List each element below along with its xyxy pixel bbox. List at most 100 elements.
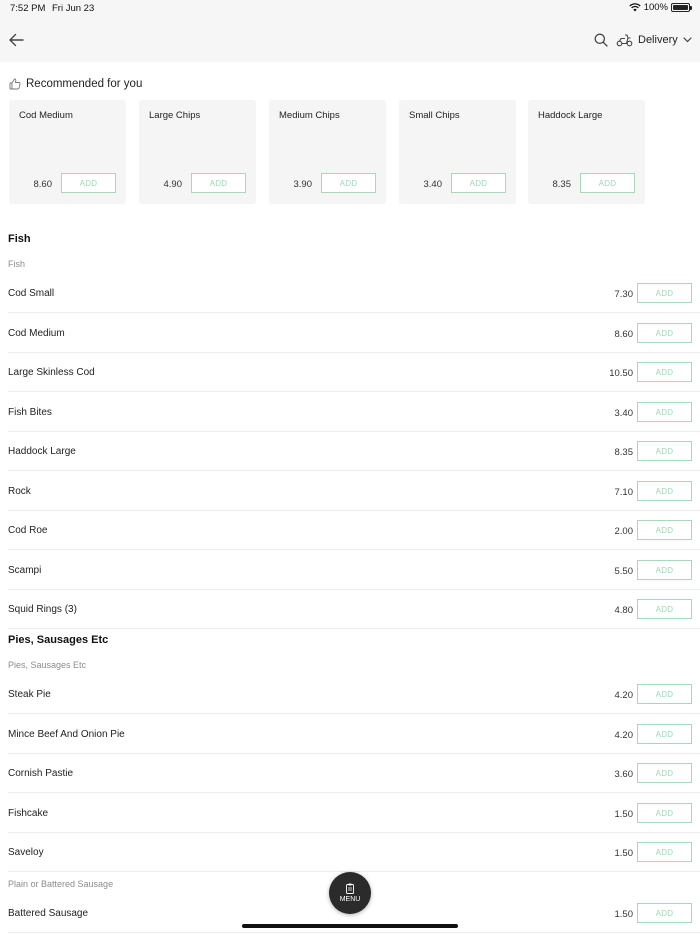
menu-item-row[interactable]: Scampi 5.50 ADD (8, 551, 700, 590)
menu-item-price: 3.40 (614, 408, 634, 419)
recommended-item-name: Small Chips (409, 110, 460, 121)
add-button[interactable]: ADD (637, 362, 692, 382)
recommended-item-name: Cod Medium (19, 110, 73, 121)
recommended-card[interactable]: Large Chips 4.90 ADD (139, 100, 256, 204)
menu-item-name: Large Skinless Cod (8, 367, 95, 378)
menu-item-row[interactable]: Steak Pie 4.20 ADD (8, 675, 700, 714)
menu-item-price: 1.50 (614, 809, 634, 820)
menu-button[interactable]: MENU (329, 872, 371, 914)
menu-item-name: Fishcake (8, 808, 49, 819)
menu-item-name: Rock (8, 486, 31, 497)
section-subtitle: Fish (8, 259, 26, 269)
menu-item-name: Battered Sausage (8, 908, 89, 919)
delivery-selector[interactable]: Delivery (616, 28, 692, 52)
recommended-title: Recommended for you (26, 78, 143, 90)
home-indicator (242, 924, 458, 928)
menu-item-row[interactable]: Haddock Large 8.35 ADD (8, 432, 700, 471)
menu-item-price: 3.60 (614, 769, 634, 780)
search-button[interactable] (593, 32, 609, 48)
menu-item-price: 4.20 (614, 730, 634, 741)
menu-item-price: 1.50 (614, 909, 634, 920)
menu-item-row[interactable]: Fish Bites 3.40 ADD (8, 393, 700, 432)
menu-item-name: Cod Roe (8, 525, 48, 536)
add-button[interactable]: ADD (637, 560, 692, 580)
menu-item-price: 4.80 (614, 605, 634, 616)
add-button[interactable]: ADD (637, 283, 692, 303)
menu-item-price: 8.60 (614, 329, 634, 340)
status-date: Fri Jun 23 (52, 3, 95, 14)
add-button[interactable]: ADD (637, 599, 692, 619)
menu-item-row[interactable]: Cod Roe 2.00 ADD (8, 511, 700, 550)
menu-item-row[interactable]: Cod Small 7.30 ADD (8, 274, 700, 313)
menu-item-row[interactable]: Large Skinless Cod 10.50 ADD (8, 353, 700, 392)
recommended-item-name: Haddock Large (538, 110, 603, 121)
menu-item-price: 5.50 (614, 566, 634, 577)
menu-item-name: Fish Bites (8, 407, 52, 418)
add-button[interactable]: ADD (451, 173, 506, 193)
status-indicators: 100% (629, 2, 692, 13)
add-button[interactable]: ADD (637, 520, 692, 540)
add-button[interactable]: ADD (637, 724, 692, 744)
menu-item-name: Cod Medium (8, 328, 65, 339)
section-title: Pies, Sausages Etc (8, 634, 109, 646)
add-button[interactable]: ADD (191, 173, 246, 193)
battery-icon (671, 3, 692, 12)
add-button[interactable]: ADD (637, 684, 692, 704)
recommended-item-price: 3.90 (293, 179, 313, 190)
thumbs-up-icon (9, 78, 21, 90)
menu-item-price: 2.00 (614, 526, 634, 537)
menu-item-price: 7.30 (614, 289, 634, 300)
add-button[interactable]: ADD (637, 842, 692, 862)
menu-item-name: Squid Rings (3) (8, 604, 77, 615)
add-button[interactable]: ADD (61, 173, 116, 193)
group-subtitle: Plain or Battered Sausage (8, 879, 114, 889)
add-button[interactable]: ADD (637, 402, 692, 422)
chevron-down-icon (683, 37, 692, 43)
recommended-header: Recommended for you (9, 78, 142, 90)
menu-item-price: 7.10 (614, 487, 634, 498)
menu-item-row[interactable]: Cod Medium 8.60 ADD (8, 314, 700, 353)
delivery-label: Delivery (638, 34, 678, 46)
add-button[interactable]: ADD (580, 173, 635, 193)
recommended-item-price: 8.60 (33, 179, 53, 190)
menu-list-icon (346, 883, 354, 894)
menu-item-row[interactable]: Saveloy 1.50 ADD (8, 833, 700, 872)
section-title: Fish (8, 233, 31, 245)
menu-item-row[interactable]: Fishcake 1.50 ADD (8, 794, 700, 833)
recommended-card[interactable]: Haddock Large 8.35 ADD (528, 100, 645, 204)
nav-bar: Delivery (0, 17, 700, 62)
recommended-item-price: 3.40 (423, 179, 443, 190)
menu-button-label: MENU (339, 896, 361, 903)
add-button[interactable]: ADD (637, 803, 692, 823)
menu-item-row[interactable]: Mince Beef And Onion Pie 4.20 ADD (8, 715, 700, 754)
section-subtitle: Pies, Sausages Etc (8, 660, 87, 670)
recommended-item-price: 8.35 (552, 179, 572, 190)
wifi-icon (629, 3, 641, 12)
back-button[interactable] (6, 29, 28, 51)
add-button[interactable]: ADD (637, 441, 692, 461)
menu-item-row[interactable]: Cornish Pastie 3.60 ADD (8, 754, 700, 793)
add-button[interactable]: ADD (637, 481, 692, 501)
menu-item-name: Steak Pie (8, 689, 51, 700)
menu-item-name: Mince Beef And Onion Pie (8, 729, 125, 740)
recommended-card[interactable]: Small Chips 3.40 ADD (399, 100, 516, 204)
battery-percent: 100% (643, 2, 668, 13)
recommended-card[interactable]: Medium Chips 3.90 ADD (269, 100, 386, 204)
add-button[interactable]: ADD (321, 173, 376, 193)
add-button[interactable]: ADD (637, 323, 692, 343)
recommended-card[interactable]: Cod Medium 8.60 ADD (9, 100, 126, 204)
add-button[interactable]: ADD (637, 763, 692, 783)
menu-item-price: 10.50 (609, 368, 633, 379)
menu-item-row[interactable]: Squid Rings (3) 4.80 ADD (8, 590, 700, 629)
back-arrow-icon (9, 33, 24, 47)
menu-item-name: Cornish Pastie (8, 768, 74, 779)
status-bar: 7:52 PM Fri Jun 23 100% (0, 0, 700, 17)
menu-item-price: 4.20 (614, 690, 634, 701)
recommended-item-name: Large Chips (149, 110, 201, 121)
menu-item-row[interactable]: Rock 7.10 ADD (8, 472, 700, 511)
menu-item-name: Cod Small (8, 288, 55, 299)
menu-item-name: Haddock Large (8, 446, 76, 457)
recommended-item-name: Medium Chips (279, 110, 340, 121)
add-button[interactable]: ADD (637, 903, 692, 923)
menu-item-price: 8.35 (614, 447, 634, 458)
